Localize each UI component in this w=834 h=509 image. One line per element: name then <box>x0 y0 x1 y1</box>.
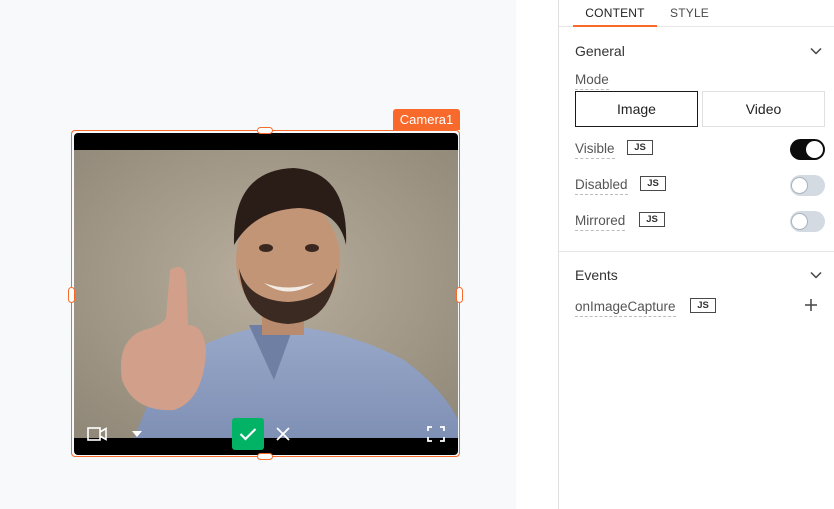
disabled-label: Disabled <box>575 177 628 195</box>
mode-option-video[interactable]: Video <box>702 91 825 127</box>
visible-label: Visible <box>575 141 615 159</box>
resize-handle-bottom[interactable] <box>257 453 273 460</box>
disabled-js-toggle[interactable]: JS <box>640 176 666 191</box>
tab-content[interactable]: CONTENT <box>573 6 657 27</box>
chevron-down-icon[interactable] <box>810 271 822 279</box>
video-camera-icon[interactable] <box>86 425 108 443</box>
mirrored-js-toggle[interactable]: JS <box>639 212 665 227</box>
widget-name-tag[interactable]: Camera1 <box>393 109 460 130</box>
caret-down-icon[interactable] <box>130 425 144 443</box>
resize-handle-top[interactable] <box>257 127 273 134</box>
section-general-title[interactable]: General <box>575 43 625 59</box>
tab-style[interactable]: STYLE <box>670 6 709 20</box>
camera-photo <box>74 150 458 438</box>
disabled-switch[interactable] <box>790 175 825 196</box>
mode-option-image[interactable]: Image <box>575 91 698 127</box>
mode-label: Mode <box>575 72 609 90</box>
switch-knob <box>791 177 808 194</box>
on-image-capture-label: onImageCapture <box>575 299 676 317</box>
property-tabs: CONTENT STYLE <box>559 0 834 27</box>
close-icon <box>276 427 290 441</box>
camera-widget[interactable] <box>74 133 458 455</box>
tab-content-label: CONTENT <box>585 6 645 20</box>
chevron-down-icon[interactable] <box>810 47 822 55</box>
resize-handle-left[interactable] <box>68 287 75 303</box>
property-pane: CONTENT STYLE General Mode Image Video V… <box>558 0 834 509</box>
mirrored-label: Mirrored <box>575 213 626 231</box>
section-events-title[interactable]: Events <box>575 267 618 283</box>
discard-button[interactable] <box>274 425 292 443</box>
visible-js-toggle[interactable]: JS <box>627 140 653 155</box>
canvas-gutter <box>516 0 558 509</box>
plus-icon[interactable] <box>804 298 818 312</box>
switch-knob <box>806 141 823 158</box>
on-image-capture-js-toggle[interactable]: JS <box>690 298 716 313</box>
section-divider <box>559 251 834 252</box>
capture-button[interactable] <box>232 418 264 450</box>
visible-switch[interactable] <box>790 139 825 160</box>
fullscreen-icon[interactable] <box>426 425 446 443</box>
resize-handle-right[interactable] <box>456 287 463 303</box>
check-icon <box>239 428 257 441</box>
switch-knob <box>791 213 808 230</box>
mirrored-switch[interactable] <box>790 211 825 232</box>
camera-controls <box>74 415 458 455</box>
